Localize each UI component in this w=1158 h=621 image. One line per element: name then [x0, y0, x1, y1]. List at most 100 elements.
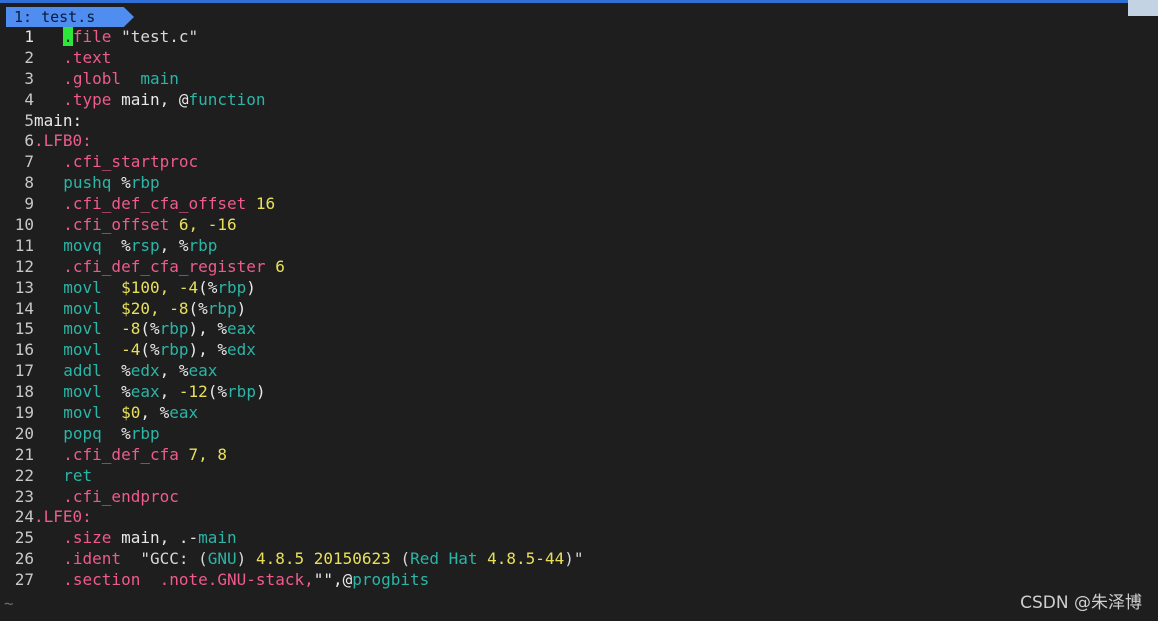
code-token: function — [188, 89, 266, 109]
code-token: , % — [140, 403, 170, 423]
tab-filename: test.s — [41, 8, 96, 26]
code-token: .LFB0: — [34, 131, 92, 151]
code-token: .cfi_def_cfa — [63, 444, 189, 464]
code-token: (% — [188, 298, 208, 318]
code-token: .type — [63, 89, 122, 109]
code-token: main, .- — [121, 528, 199, 548]
line-number: 21 — [14, 444, 34, 464]
code-token: rbp — [130, 423, 160, 443]
code-line[interactable]: 18 movl %eax, -12(%rbp) — [0, 382, 1158, 403]
code-line[interactable]: 16 movl -4(%rbp), %edx — [0, 340, 1158, 361]
code-token: (% — [140, 340, 160, 360]
code-text: .section .note.GNU-stack,"",@progbits — [44, 570, 429, 589]
code-token: ret — [63, 465, 93, 485]
code-line[interactable]: 26 .ident "GCC: (GNU) 4.8.5 20150623 (Re… — [0, 549, 1158, 570]
code-token: rbp — [130, 173, 160, 193]
code-token: progbits — [352, 570, 430, 590]
code-line[interactable]: 7 .cfi_startproc — [0, 152, 1158, 173]
line-number: 23 — [14, 486, 34, 506]
code-line[interactable]: 25 .size main, .-main — [0, 528, 1158, 549]
code-text: main: — [34, 111, 82, 130]
line-number: 27 — [14, 570, 34, 590]
code-line[interactable]: 14 movl $20, -8(%rbp) — [0, 299, 1158, 320]
code-line[interactable]: 13 movl $100, -4(%rbp) — [0, 278, 1158, 299]
code-token: (% — [207, 382, 228, 402]
line-number: 12 — [14, 256, 34, 276]
line-number: 20 — [14, 423, 34, 443]
watermark-text: CSDN @朱泽博 — [1020, 593, 1142, 613]
code-text: .cfi_endproc — [44, 487, 179, 506]
code-token: movq — [63, 235, 122, 255]
code-line[interactable]: 3 .globl main — [0, 69, 1158, 90]
code-line[interactable]: 9 .cfi_def_cfa_offset 16 — [0, 194, 1158, 215]
code-text: pushq %rbp — [44, 173, 160, 193]
code-line[interactable]: 8 pushq %rbp — [0, 173, 1158, 194]
code-line[interactable]: 22 ret — [0, 466, 1158, 487]
code-token: rbp — [207, 298, 237, 318]
code-token: , % — [159, 235, 189, 255]
code-line[interactable]: 23 .cfi_endproc — [0, 487, 1158, 508]
code-text: popq %rbp — [44, 423, 160, 443]
code-token: popq — [63, 423, 122, 443]
code-text: movl -4(%rbp), %edx — [44, 340, 256, 359]
code-text: .cfi_def_cfa 7, 8 — [44, 445, 227, 464]
code-token: .cfi_startproc — [63, 152, 199, 172]
code-line[interactable]: 11 movq %rsp, %rbp — [0, 236, 1158, 257]
code-token: -8 — [121, 319, 141, 339]
code-token: movl — [63, 319, 122, 339]
code-token: $20, -8 — [121, 298, 189, 318]
code-token: $0 — [121, 403, 141, 423]
line-number: 1 — [24, 27, 34, 46]
code-line[interactable]: 12 .cfi_def_cfa_register 6 — [0, 257, 1158, 278]
code-token: % — [121, 382, 131, 402]
code-token: file — [72, 27, 122, 46]
code-text: .ident "GCC: (GNU) 4.8.5 20150623 (Red H… — [44, 549, 583, 568]
code-token: .globl — [63, 68, 141, 88]
line-number: 9 — [24, 194, 34, 214]
code-token: "test.c" — [121, 27, 199, 46]
code-line[interactable]: 2 .text — [0, 48, 1158, 69]
code-token: rbp — [217, 277, 247, 297]
code-token: main: — [34, 110, 83, 130]
text-cursor: . — [63, 27, 73, 46]
code-token: ) — [236, 298, 247, 318]
code-token: (% — [140, 319, 160, 339]
code-token: ) — [255, 382, 266, 402]
code-token: ) — [236, 549, 256, 569]
code-line[interactable]: 20 popq %rbp — [0, 424, 1158, 445]
code-token: .cfi_def_cfa_register — [63, 256, 276, 276]
code-text: .LFE0: — [34, 507, 92, 526]
code-line[interactable]: 15 movl -8(%rbp), %eax — [0, 319, 1158, 340]
code-token: main, @ — [121, 89, 189, 109]
code-line[interactable]: 6.LFB0: — [0, 131, 1158, 152]
code-line[interactable]: 17 addl %edx, %eax — [0, 361, 1158, 382]
code-line[interactable]: 21 .cfi_def_cfa 7, 8 — [0, 445, 1158, 466]
code-token: edx — [227, 340, 256, 360]
code-token: rbp — [159, 340, 189, 360]
code-token: .LFE0: — [34, 507, 92, 527]
code-token: ), % — [188, 340, 228, 360]
line-number: 7 — [24, 152, 34, 172]
code-token: 16 — [255, 194, 276, 214]
code-token: movl — [63, 298, 122, 318]
code-token: edx — [130, 361, 160, 381]
code-line[interactable]: 10 .cfi_offset 6, -16 — [0, 215, 1158, 236]
code-token: rbp — [159, 319, 189, 339]
code-line[interactable]: 24.LFE0: — [0, 507, 1158, 528]
tab-number: 1: — [14, 8, 33, 26]
code-editor[interactable]: 1 .file "test.c" 2 .text 3 .globl main 4 .t… — [0, 27, 1158, 591]
tab-test-s[interactable]: 1: test.s — [6, 7, 134, 27]
code-line[interactable]: 27 .section .note.GNU-stack,"",@progbits — [0, 570, 1158, 591]
code-line[interactable]: 1 .file "test.c" — [0, 27, 1158, 48]
line-number: 13 — [14, 277, 34, 297]
code-token: , — [159, 382, 179, 402]
code-text: movl -8(%rbp), %eax — [44, 319, 256, 338]
line-number: 8 — [24, 173, 34, 193]
code-line[interactable]: 5main: — [0, 111, 1158, 132]
line-number: 4 — [24, 89, 34, 109]
code-token: Red Hat — [410, 549, 488, 569]
code-text: movl %eax, -12(%rbp) — [44, 382, 266, 402]
code-line[interactable]: 4 .type main, @function — [0, 90, 1158, 111]
line-number: 2 — [24, 47, 34, 67]
code-line[interactable]: 19 movl $0, %eax — [0, 403, 1158, 424]
